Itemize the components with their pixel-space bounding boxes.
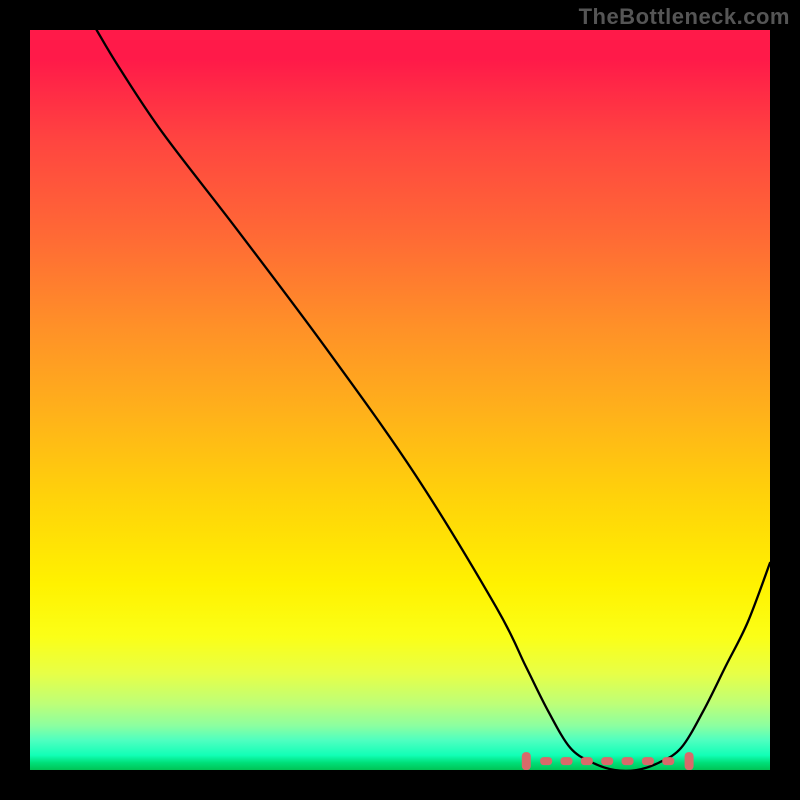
plot-area — [30, 30, 770, 770]
watermark-label: TheBottleneck.com — [579, 4, 790, 30]
chart-container: TheBottleneck.com — [0, 0, 800, 800]
highlight-dashes — [30, 30, 770, 770]
